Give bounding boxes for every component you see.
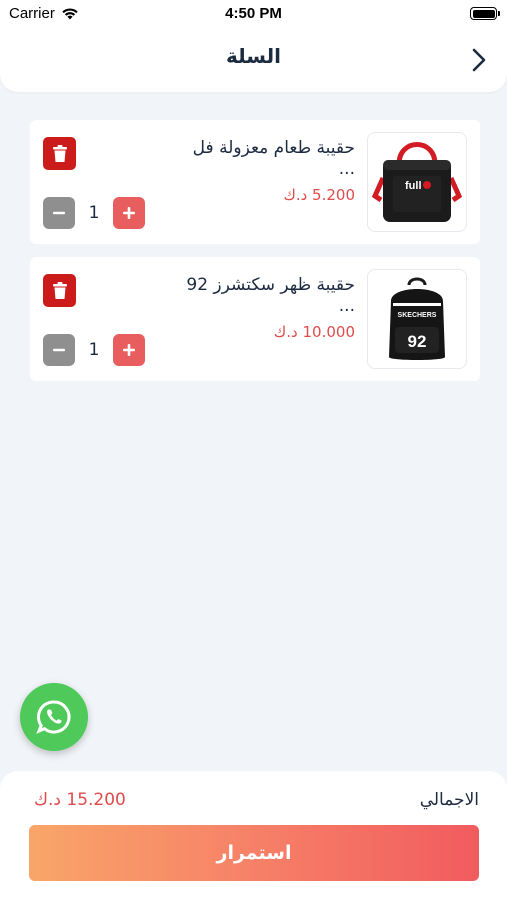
backpack-image: SKECHERS 92	[389, 277, 445, 360]
minus-icon	[53, 211, 65, 215]
increase-button[interactable]	[113, 197, 145, 229]
product-name[interactable]: حقيبة طعام معزولة فل ...	[175, 138, 355, 180]
whatsapp-button[interactable]	[20, 683, 88, 751]
cart-list: full حقيبة طعام معزولة فل ... 5.200 د.ك …	[30, 120, 480, 394]
status-time: 4:50 PM	[225, 5, 282, 22]
whatsapp-icon	[36, 700, 71, 734]
increase-button[interactable]	[113, 334, 145, 366]
minus-icon	[53, 348, 65, 352]
total-value: 15.200 د.ك	[34, 790, 126, 810]
product-price: 5.200 د.ك	[283, 186, 355, 204]
delete-button[interactable]	[43, 137, 76, 170]
backpack-number-text: 92	[408, 332, 427, 351]
product-image[interactable]: full	[367, 132, 467, 232]
product-name[interactable]: حقيبة ظهر سكتشرز 92 ...	[175, 275, 355, 317]
quantity-value: 1	[88, 203, 100, 223]
checkout-footer: الاجمالي 15.200 د.ك استمرار	[0, 771, 507, 900]
chevron-right-icon	[472, 48, 486, 72]
backpack-brand-text: SKECHERS	[398, 312, 437, 319]
trash-icon	[52, 281, 67, 299]
quantity-stepper: 1	[43, 197, 145, 229]
lunch-bag-image: full	[371, 142, 463, 222]
continue-button[interactable]: استمرار	[29, 825, 479, 881]
header: السلة	[0, 30, 507, 92]
quantity-value: 1	[88, 340, 100, 360]
total-label: الاجمالي	[419, 790, 479, 810]
battery-icon	[470, 7, 500, 20]
cart-item: full حقيبة طعام معزولة فل ... 5.200 د.ك …	[30, 120, 480, 244]
delete-button[interactable]	[43, 274, 76, 307]
back-button[interactable]	[467, 46, 491, 74]
decrease-button[interactable]	[43, 197, 75, 229]
page-title: السلة	[225, 44, 281, 68]
bag-logo-text: full	[405, 180, 422, 192]
trash-icon	[52, 144, 67, 162]
plus-icon	[123, 207, 135, 219]
cart-item: SKECHERS 92 حقيبة ظهر سكتشرز 92 ... 10.0…	[30, 257, 480, 381]
product-price: 10.000 د.ك	[273, 323, 355, 341]
plus-icon	[123, 344, 135, 356]
status-bar: Carrier 4:50 PM	[0, 0, 507, 30]
decrease-button[interactable]	[43, 334, 75, 366]
quantity-stepper: 1	[43, 334, 145, 366]
product-image[interactable]: SKECHERS 92	[367, 269, 467, 369]
battery-fill	[472, 9, 495, 18]
